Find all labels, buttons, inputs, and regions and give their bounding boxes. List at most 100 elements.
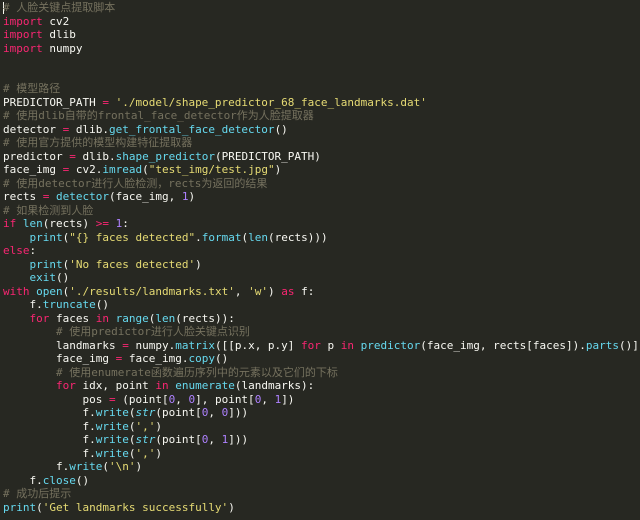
code-line[interactable]: rects = detector(face_img, 1) xyxy=(3,190,640,204)
code-line[interactable]: f.write('\n') xyxy=(3,460,640,474)
string-token: "{} faces detected" xyxy=(69,230,196,244)
function-token: len xyxy=(248,230,268,244)
text-token: ([[p.x, p.y] xyxy=(214,338,302,352)
code-line[interactable]: face_img = face_img.copy() xyxy=(3,352,640,366)
code-line[interactable] xyxy=(3,69,640,83)
function-token: write xyxy=(95,419,129,433)
text-token: idx, point xyxy=(75,379,156,392)
code-line[interactable]: PREDICTOR_PATH = './model/shape_predicto… xyxy=(3,96,640,110)
text-token: PREDICTOR_PATH xyxy=(3,95,103,109)
text-token: (point[ xyxy=(155,433,202,446)
code-line[interactable]: else: xyxy=(3,244,640,258)
text-token: f. xyxy=(3,433,96,446)
code-line[interactable]: f.write(',') xyxy=(3,447,640,461)
code-line[interactable]: print('Get landmarks successfully') xyxy=(3,501,640,515)
code-line[interactable]: import numpy xyxy=(3,42,640,56)
code-line[interactable]: f.write(str(point[0, 1])) xyxy=(3,433,640,447)
keyword-token: >= xyxy=(95,217,109,230)
text-token: , xyxy=(175,392,189,406)
comment-token: # 使用predictor进行人脸关键点识别 xyxy=(55,325,250,338)
code-line[interactable]: # 使用enumerate函数遍历序列中的元素以及它们的下标 xyxy=(3,366,640,380)
keyword-token: in xyxy=(155,379,169,392)
text-token: face_img xyxy=(3,352,116,365)
text-token: : xyxy=(122,217,129,230)
code-line[interactable] xyxy=(3,55,640,69)
string-token: 'Get landmarks successfully' xyxy=(42,500,229,514)
function-token: shape_predictor xyxy=(115,149,215,163)
code-line[interactable]: # 使用predictor进行人脸关键点识别 xyxy=(3,325,640,339)
code-line[interactable]: # 成功后提示 xyxy=(3,487,640,501)
function-token: parts xyxy=(585,338,619,352)
text-token: , xyxy=(208,406,222,419)
keyword-token: for xyxy=(29,311,50,325)
function-token: len xyxy=(22,217,43,230)
text-token: dlib. xyxy=(69,122,109,136)
code-line[interactable]: exit() xyxy=(3,271,640,285)
code-line[interactable]: # 如果检测到人脸 xyxy=(3,204,640,218)
comment-token: # 使用dlib自带的frontal_face_detector作为人脸提取器 xyxy=(3,109,314,122)
string-token: './results/landmarks.txt' xyxy=(69,284,235,298)
text-token: . xyxy=(195,230,202,244)
code-line[interactable]: import dlib xyxy=(3,28,640,42)
code-line[interactable]: pos = (point[0, 0], point[0, 1]) xyxy=(3,393,640,407)
string-token: 'w' xyxy=(248,284,268,298)
text-token: ) xyxy=(274,163,282,176)
keyword-token: import xyxy=(3,14,43,28)
code-line[interactable]: if len(rects) >= 1: xyxy=(3,217,640,231)
function-token: write xyxy=(69,460,103,473)
code-line[interactable]: with open('./results/landmarks.txt', 'w'… xyxy=(3,285,640,299)
code-area[interactable]: # 人脸关键点提取脚本 import cv2 import dlib import n… xyxy=(3,1,640,514)
code-line[interactable]: # 使用dlib自带的frontal_face_detector作为人脸提取器 xyxy=(3,109,640,123)
text-token: , xyxy=(208,433,222,446)
comment-token: # 成功后提示 xyxy=(3,487,72,500)
text-token: f. xyxy=(3,473,43,487)
text-token: (face_img, rects[faces]). xyxy=(420,338,586,352)
code-line[interactable]: f.close() xyxy=(3,474,640,488)
code-line[interactable]: # 人脸关键点提取脚本 xyxy=(3,1,640,15)
function-token: copy xyxy=(188,352,215,365)
code-line[interactable]: print("{} faces detected".format(len(rec… xyxy=(3,231,640,245)
text-token: f. xyxy=(3,298,43,311)
code-line[interactable]: landmarks = numpy.matrix([[p.x, p.y] for… xyxy=(3,339,640,353)
code-line[interactable]: f.write(str(point[0, 0])) xyxy=(3,406,640,420)
text-token: ) xyxy=(195,257,202,271)
code-line[interactable]: import cv2 xyxy=(3,15,640,29)
text-token: (rects) xyxy=(42,217,96,230)
code-line[interactable]: predictor = dlib.shape_predictor(PREDICT… xyxy=(3,150,640,164)
code-line[interactable]: detector = dlib.get_frontal_face_detecto… xyxy=(3,123,640,137)
keyword-token: import xyxy=(3,41,43,55)
text-token: cv2 xyxy=(42,14,70,28)
string-token: '\n' xyxy=(108,460,136,473)
code-editor[interactable]: # 人脸关键点提取脚本 import cv2 import dlib import n… xyxy=(0,0,640,520)
text-token: ) xyxy=(188,190,196,203)
keyword-token: = xyxy=(108,392,116,406)
text-token: f: xyxy=(294,284,315,298)
code-line[interactable]: f.truncate() xyxy=(3,298,640,312)
text-token: predictor xyxy=(3,149,70,163)
code-line[interactable]: for idx, point in enumerate(landmarks): xyxy=(3,379,640,393)
keyword-token: in xyxy=(95,311,109,325)
text-token: cv2. xyxy=(69,163,103,176)
code-line[interactable]: # 使用官方提供的模型构建特征提取器 xyxy=(3,136,640,150)
keyword-token: if xyxy=(3,217,17,230)
text-token: f. xyxy=(3,419,96,433)
builtin-token: str xyxy=(135,433,156,446)
text-token: f. xyxy=(3,446,96,460)
function-token: matrix xyxy=(175,338,215,352)
text-token: (point[ xyxy=(155,406,202,419)
code-line[interactable]: print('No faces detected') xyxy=(3,258,640,272)
code-line[interactable]: f.write(',') xyxy=(3,420,640,434)
code-line[interactable]: face_img = cv2.imread("test_img/test.jpg… xyxy=(3,163,640,177)
function-token: get_frontal_face_detector xyxy=(108,122,275,136)
code-line[interactable]: # 模型路径 xyxy=(3,82,640,96)
text-token: p xyxy=(320,338,341,352)
code-line[interactable]: # 使用detector进行人脸检测，rects为返回的结果 xyxy=(3,177,640,191)
function-token: print xyxy=(29,257,63,271)
code-line[interactable]: for faces in range(len(rects)): xyxy=(3,312,640,326)
